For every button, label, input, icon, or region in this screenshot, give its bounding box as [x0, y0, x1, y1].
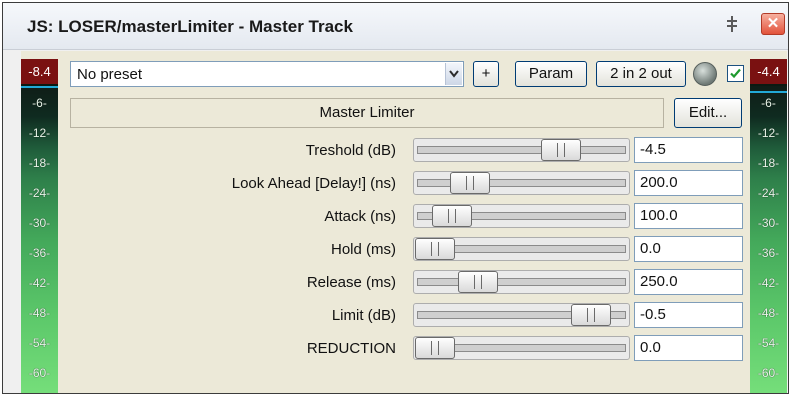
- right-tick: -24-: [757, 186, 780, 200]
- left-rms-line: [21, 86, 58, 88]
- param-slider[interactable]: [413, 303, 630, 327]
- param-value-field[interactable]: 0.0: [634, 335, 743, 361]
- param-slider[interactable]: [413, 336, 630, 360]
- left-tick: -48-: [28, 306, 51, 320]
- param-label: REDUCTION: [306, 340, 396, 357]
- close-button[interactable]: ✕: [761, 13, 785, 35]
- right-tick: -30-: [757, 216, 780, 230]
- edit-button[interactable]: Edit...: [674, 98, 742, 128]
- param-value-field[interactable]: -4.5: [634, 137, 743, 163]
- slider-thumb[interactable]: [450, 172, 490, 194]
- slider-thumb[interactable]: [541, 139, 581, 161]
- preset-value: No preset: [77, 66, 143, 83]
- right-tick: -6-: [761, 96, 776, 110]
- left-level-meter: -8.4 -6- -12- -18- -24- -30- -36- -42- -…: [21, 59, 58, 393]
- param-value-field[interactable]: -0.5: [634, 302, 743, 328]
- window-title: JS: LOSER/masterLimiter - Master Track: [27, 17, 353, 36]
- right-tick: -60-: [757, 366, 780, 380]
- pin-icon[interactable]: [721, 13, 743, 35]
- left-tick: -60-: [28, 366, 51, 380]
- right-tick: -36-: [757, 246, 780, 260]
- plugin-name-label: Master Limiter: [70, 98, 664, 128]
- param-slider[interactable]: [413, 138, 630, 162]
- param-slider[interactable]: [413, 204, 630, 228]
- add-preset-button[interactable]: +: [473, 61, 499, 87]
- right-tick: -42-: [757, 276, 780, 290]
- plugin-window: JS: LOSER/masterLimiter - Master Track ✕…: [2, 2, 789, 394]
- left-tick: -24-: [28, 186, 51, 200]
- left-tick: -30-: [28, 216, 51, 230]
- left-peak-readout: -8.4: [21, 59, 58, 84]
- title-bar[interactable]: JS: LOSER/masterLimiter - Master Track ✕: [3, 3, 788, 50]
- slider-thumb[interactable]: [415, 238, 455, 260]
- left-tick: -42-: [28, 276, 51, 290]
- left-tick: -36-: [28, 246, 51, 260]
- close-icon: ✕: [766, 15, 780, 32]
- param-value-field[interactable]: 0.0: [634, 236, 743, 262]
- enable-checkbox[interactable]: [727, 65, 744, 82]
- right-tick: -12-: [757, 126, 780, 140]
- right-tick: -18-: [757, 156, 780, 170]
- left-tick: -6-: [32, 96, 47, 110]
- param-label: Treshold (dB): [305, 142, 396, 159]
- right-meter-scale: -6- -12- -18- -24- -30- -36- -42- -48- -…: [750, 86, 787, 393]
- slider-thumb[interactable]: [432, 205, 472, 227]
- param-slider[interactable]: [413, 237, 630, 261]
- param-label: Hold (ms): [330, 241, 396, 258]
- slider-thumb[interactable]: [571, 304, 611, 326]
- slider-thumb[interactable]: [458, 271, 498, 293]
- preset-dropdown[interactable]: No preset: [70, 61, 464, 87]
- param-button[interactable]: Param: [515, 61, 587, 87]
- param-slider[interactable]: [413, 270, 630, 294]
- right-peak-readout: -4.4: [750, 59, 787, 84]
- right-rms-line: [750, 91, 787, 93]
- left-tick: -18-: [28, 156, 51, 170]
- param-value-field[interactable]: 250.0: [634, 269, 743, 295]
- param-slider[interactable]: [413, 171, 630, 195]
- wet-dry-knob[interactable]: [693, 62, 717, 86]
- left-meter-scale: -6- -12- -18- -24- -30- -36- -42- -48- -…: [21, 86, 58, 393]
- param-value-field[interactable]: 200.0: [634, 170, 743, 196]
- param-label: Look Ahead [Delay!] (ns): [231, 175, 396, 192]
- right-level-meter: -4.4 -6- -12- -18- -24- -30- -36- -42- -…: [750, 59, 787, 393]
- slider-thumb[interactable]: [415, 337, 455, 359]
- right-tick: -54-: [757, 336, 780, 350]
- checkmark-icon: [730, 68, 741, 79]
- param-value-field[interactable]: 100.0: [634, 203, 743, 229]
- param-label: Attack (ns): [324, 208, 396, 225]
- right-tick: -48-: [757, 306, 780, 320]
- param-label: Limit (dB): [331, 307, 396, 324]
- chevron-down-icon[interactable]: [445, 63, 462, 85]
- param-label: Release (ms): [306, 274, 396, 291]
- left-tick: -12-: [28, 126, 51, 140]
- routing-button[interactable]: 2 in 2 out: [596, 61, 686, 87]
- left-tick: -54-: [28, 336, 51, 350]
